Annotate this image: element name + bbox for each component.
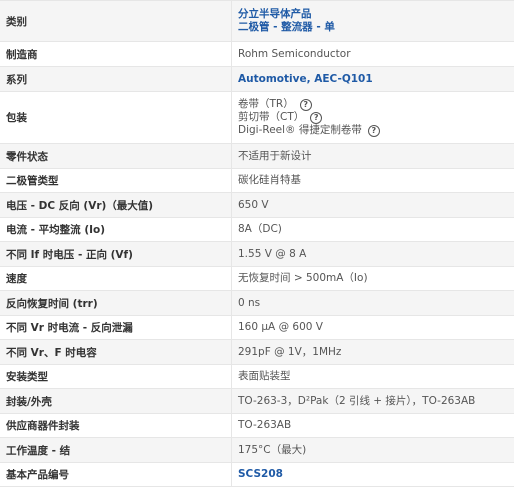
row-label: 基本产品编号	[6, 469, 69, 481]
diode-type-value: 碳化硅肖特基	[238, 174, 301, 186]
table-row-current-rectified: 电流 - 平均整流 (Io) 8A（DC)	[0, 218, 514, 242]
table-row-operating-temp: 工作温度 - 结 175°C（最大)	[0, 438, 514, 463]
row-value: Automotive, AEC-Q101	[231, 67, 514, 91]
table-row-package-case: 封装/外壳 TO-263-3，D²Pak（2 引线 + 接片），TO-263AB	[0, 389, 514, 414]
table-row-diode-type: 二极管类型 碳化硅肖特基	[0, 169, 514, 193]
row-value: 不适用于新设计	[231, 144, 514, 168]
subcategory-link[interactable]: 二极管 - 整流器 - 单	[238, 21, 514, 34]
packaging-ct: 剪切带（CT）	[238, 111, 305, 123]
packaging-tr: 卷带（TR）	[238, 98, 294, 110]
row-label: 零件状态	[6, 150, 48, 163]
table-row-capacitance: 不同 Vr、F 时电容 291pF @ 1V，1MHz	[0, 340, 514, 365]
row-value: 8A（DC)	[231, 218, 514, 241]
row-label: 类别	[6, 15, 27, 28]
row-label: 不同 Vr、F 时电容	[6, 346, 97, 359]
forward-voltage-value: 1.55 V @ 8 A	[238, 247, 307, 260]
row-value: 表面贴装型	[231, 365, 514, 388]
base-part-number-link[interactable]: SCS208	[238, 468, 514, 481]
row-label: 速度	[6, 273, 27, 285]
trr-value: 0 ns	[238, 296, 261, 309]
row-value: 0 ns	[231, 291, 514, 315]
row-value: TO-263-3，D²Pak（2 引线 + 接片），TO-263AB	[231, 389, 514, 413]
row-label: 制造商	[6, 48, 38, 61]
manufacturer-value: Rohm Semiconductor	[238, 47, 351, 60]
speed-value: 无恢复时间 > 500mA（Io)	[238, 272, 368, 284]
row-label: 包装	[6, 112, 27, 124]
row-value: Rohm Semiconductor	[231, 42, 514, 66]
row-value: 碳化硅肖特基	[231, 169, 514, 192]
help-icon[interactable]: ?	[299, 98, 312, 111]
table-row-reverse-recovery: 反向恢复时间 (trr) 0 ns	[0, 291, 514, 316]
table-row-category: 类别 分立半导体产品 二极管 - 整流器 - 单	[0, 1, 514, 42]
table-row-speed: 速度 无恢复时间 > 500mA（Io)	[0, 267, 514, 291]
row-value: 无恢复时间 > 500mA（Io)	[231, 267, 514, 290]
packaging-option: Digi-Reel® 得捷定制卷带 ?	[238, 124, 514, 137]
table-row-mounting-type: 安装类型 表面贴装型	[0, 365, 514, 389]
row-value: TO-263AB	[231, 414, 514, 437]
table-row-packaging: 包装 卷带（TR） ? 剪切带（CT） ? Digi-Reel® 得捷定制卷带 …	[0, 92, 514, 144]
voltage-value: 650 V	[238, 198, 269, 211]
leakage-value: 160 µA @ 600 V	[238, 321, 323, 333]
row-label: 不同 If 时电压 - 正向 (Vf)	[6, 248, 133, 261]
row-value: 291pF @ 1V，1MHz	[231, 340, 514, 364]
supplier-package-value: TO-263AB	[238, 419, 292, 431]
row-label: 反向恢复时间 (trr)	[6, 297, 98, 310]
row-value: SCS208	[231, 463, 514, 486]
series-link[interactable]: Automotive, AEC-Q101	[238, 73, 514, 86]
product-attributes-table: 类别 分立半导体产品 二极管 - 整流器 - 单 制造商 Rohm Semico…	[0, 0, 514, 487]
category-link[interactable]: 分立半导体产品	[238, 8, 514, 21]
package-case-value: TO-263-3，D²Pak（2 引线 + 接片），TO-263AB	[238, 394, 476, 407]
row-label: 电压 - DC 反向 (Vr)（最大值)	[6, 199, 154, 212]
row-value: 卷带（TR） ? 剪切带（CT） ? Digi-Reel® 得捷定制卷带 ?	[231, 92, 514, 143]
table-row-base-part-number: 基本产品编号 SCS208	[0, 463, 514, 487]
mounting-value: 表面贴装型	[238, 370, 291, 382]
row-label: 二极管类型	[6, 175, 59, 187]
row-label: 电流 - 平均整流 (Io)	[6, 224, 106, 236]
current-value: 8A（DC)	[238, 223, 282, 235]
row-label: 不同 Vr 时电流 - 反向泄漏	[6, 322, 133, 334]
row-value: 160 µA @ 600 V	[231, 316, 514, 339]
packaging-option: 卷带（TR） ?	[238, 98, 514, 111]
row-label: 供应商器件封装	[6, 420, 80, 432]
row-value: 650 V	[231, 193, 514, 217]
row-label: 封装/外壳	[6, 395, 52, 408]
table-row-manufacturer: 制造商 Rohm Semiconductor	[0, 42, 514, 67]
row-label: 安装类型	[6, 371, 48, 383]
row-label: 系列	[6, 73, 27, 86]
row-value: 1.55 V @ 8 A	[231, 242, 514, 266]
table-row-forward-voltage: 不同 If 时电压 - 正向 (Vf) 1.55 V @ 8 A	[0, 242, 514, 267]
table-row-part-status: 零件状态 不适用于新设计	[0, 144, 514, 169]
packaging-digireel: Digi-Reel® 得捷定制卷带	[238, 124, 362, 136]
row-value: 分立半导体产品 二极管 - 整流器 - 单	[231, 1, 514, 41]
row-label: 工作温度 - 结	[6, 444, 71, 457]
table-row-reverse-leakage: 不同 Vr 时电流 - 反向泄漏 160 µA @ 600 V	[0, 316, 514, 340]
capacitance-value: 291pF @ 1V，1MHz	[238, 345, 342, 358]
table-row-supplier-package: 供应商器件封装 TO-263AB	[0, 414, 514, 438]
help-icon[interactable]: ?	[367, 124, 380, 137]
operating-temp-value: 175°C（最大)	[238, 443, 307, 456]
part-status-value: 不适用于新设计	[238, 149, 312, 162]
table-row-voltage-dc-reverse: 电压 - DC 反向 (Vr)（最大值) 650 V	[0, 193, 514, 218]
packaging-option: 剪切带（CT） ?	[238, 111, 514, 124]
row-value: 175°C（最大)	[231, 438, 514, 462]
help-icon[interactable]: ?	[310, 111, 323, 124]
table-row-series: 系列 Automotive, AEC-Q101	[0, 67, 514, 92]
